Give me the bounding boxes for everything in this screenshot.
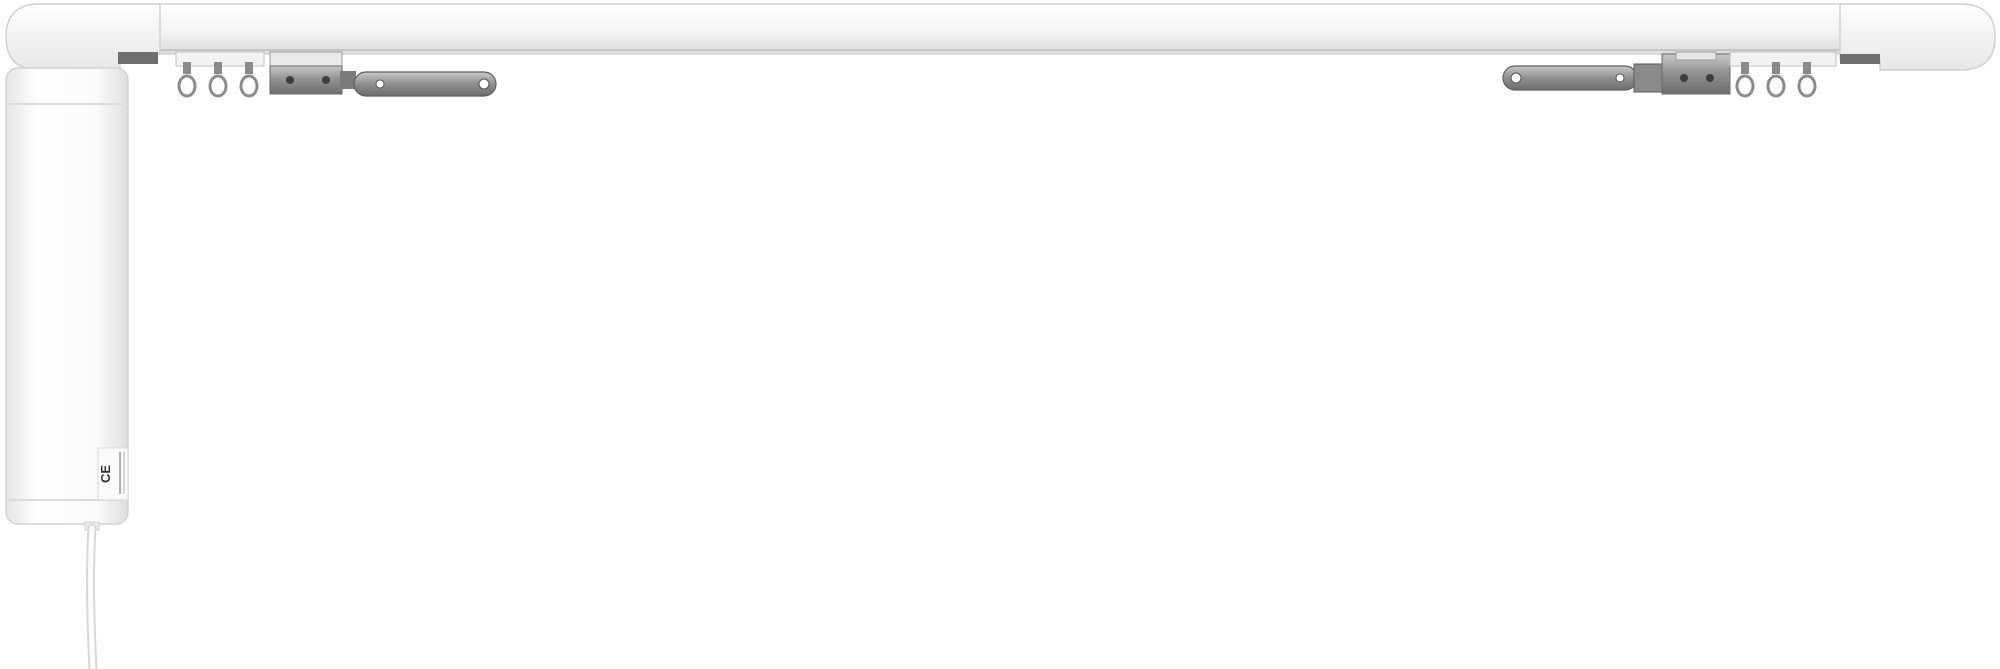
runner-hook-icon — [177, 62, 197, 98]
ce-mark: CE — [98, 465, 113, 483]
motor-label-sticker: CE — [97, 447, 129, 501]
runner-hook-icon — [1735, 62, 1755, 98]
curtain-rail-icon — [149, 3, 1851, 55]
left-runner-group — [175, 51, 265, 98]
runner-hook-icon — [1766, 62, 1786, 98]
runner-hook-icon — [1797, 62, 1817, 98]
right-master-carrier-bracket-icon — [1502, 51, 1731, 95]
curtain-track-product-photo: CE — [5, 3, 1996, 669]
left-end-cap — [5, 3, 161, 71]
electric-motor-icon: CE — [5, 67, 129, 525]
right-runner-group — [1729, 51, 1837, 98]
runner-hook-icon — [208, 62, 228, 98]
runner-hook-icon — [239, 62, 259, 98]
left-master-carrier-bracket-icon — [269, 51, 497, 97]
power-cable-icon — [84, 521, 100, 669]
right-end-cap — [1839, 3, 1996, 71]
